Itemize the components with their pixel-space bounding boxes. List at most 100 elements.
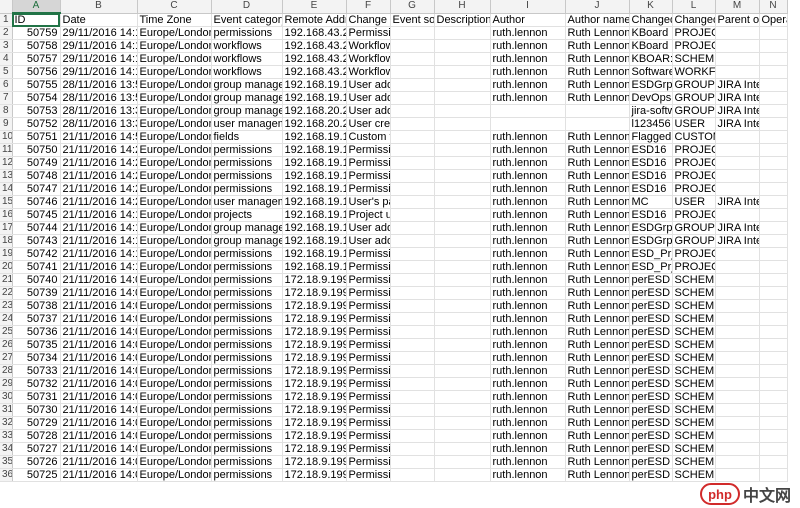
table-cell[interactable] <box>715 403 760 417</box>
table-cell[interactable]: Europe/London <box>137 195 212 209</box>
table-cell[interactable]: 50736 <box>12 325 61 339</box>
table-cell[interactable] <box>434 117 491 131</box>
table-cell[interactable] <box>390 52 435 66</box>
table-cell[interactable]: Ruth Lennon <box>565 416 630 430</box>
table-cell[interactable] <box>434 390 491 404</box>
table-cell[interactable]: PROJECT <box>672 247 716 261</box>
table-cell[interactable] <box>715 377 760 391</box>
table-cell[interactable]: ruth.lennon <box>490 299 566 313</box>
table-cell[interactable] <box>434 247 491 261</box>
row-number[interactable]: 29 <box>0 377 13 391</box>
table-cell[interactable]: 50730 <box>12 403 61 417</box>
table-cell[interactable]: 50737 <box>12 312 61 326</box>
table-cell[interactable]: Europe/London <box>137 26 212 40</box>
table-cell[interactable]: Europe/London <box>137 273 212 287</box>
header-cell[interactable]: Date <box>60 13 138 27</box>
table-cell[interactable]: Europe/London <box>137 377 212 391</box>
table-cell[interactable] <box>490 117 566 131</box>
table-cell[interactable]: permissions <box>211 377 283 391</box>
table-cell[interactable]: 192.168.19.170 <box>282 247 347 261</box>
table-cell[interactable]: 192.168.19.170 <box>282 156 347 170</box>
table-cell[interactable]: perESD <box>629 312 673 326</box>
table-cell[interactable] <box>390 273 435 287</box>
table-cell[interactable]: 50729 <box>12 416 61 430</box>
row-number[interactable]: 34 <box>0 442 13 456</box>
row-number[interactable]: 18 <box>0 234 13 248</box>
table-cell[interactable]: Ruth Lennon <box>565 91 630 105</box>
table-cell[interactable]: JIRA Internal Directory <box>715 104 760 118</box>
table-cell[interactable]: Ruth Lennon <box>565 234 630 248</box>
table-cell[interactable]: MC <box>629 195 673 209</box>
table-cell[interactable]: 192.168.19.170 <box>282 78 347 92</box>
table-cell[interactable]: User added to group <box>346 78 391 92</box>
table-cell[interactable]: KBoard <box>629 26 673 40</box>
table-cell[interactable]: ESD_Prj <box>629 260 673 274</box>
table-cell[interactable] <box>715 130 760 144</box>
table-cell[interactable]: Europe/London <box>137 130 212 144</box>
table-cell[interactable]: workflows <box>211 39 283 53</box>
table-cell[interactable]: ESDGrp <box>629 78 673 92</box>
row-number[interactable]: 12 <box>0 156 13 170</box>
row-number[interactable]: 19 <box>0 247 13 261</box>
table-cell[interactable]: Permission scheme removed from project <box>346 156 391 170</box>
table-cell[interactable]: 192.168.19.170 <box>282 143 347 157</box>
table-cell[interactable] <box>434 156 491 170</box>
table-cell[interactable] <box>715 247 760 261</box>
table-cell[interactable]: SCHEME <box>672 299 716 313</box>
table-cell[interactable]: user management <box>211 195 283 209</box>
table-cell[interactable]: ruth.lennon <box>490 143 566 157</box>
table-cell[interactable] <box>434 169 491 183</box>
table-cell[interactable] <box>759 390 788 404</box>
table-cell[interactable] <box>390 221 435 235</box>
table-cell[interactable]: GROUP <box>672 104 716 118</box>
table-cell[interactable] <box>715 468 760 482</box>
table-cell[interactable]: Permission scheme removed from project <box>346 260 391 274</box>
table-cell[interactable] <box>715 65 760 79</box>
table-cell[interactable]: 50755 <box>12 78 61 92</box>
table-cell[interactable]: group management <box>211 104 283 118</box>
table-cell[interactable]: WORKFLOW <box>672 65 716 79</box>
table-cell[interactable]: Permission scheme updated <box>346 403 391 417</box>
table-cell[interactable]: Europe/London <box>137 364 212 378</box>
table-cell[interactable] <box>434 351 491 365</box>
table-cell[interactable]: 172.18.9.199 <box>282 351 347 365</box>
table-cell[interactable] <box>759 234 788 248</box>
table-cell[interactable]: Permission scheme updated <box>346 351 391 365</box>
table-cell[interactable]: ruth.lennon <box>490 182 566 196</box>
column-header-k[interactable]: K <box>629 0 673 14</box>
table-cell[interactable]: SCHEME <box>672 390 716 404</box>
row-number[interactable]: 13 <box>0 169 13 183</box>
table-cell[interactable]: GROUP <box>672 234 716 248</box>
table-cell[interactable] <box>390 143 435 157</box>
table-cell[interactable]: 50747 <box>12 182 61 196</box>
table-cell[interactable] <box>759 351 788 365</box>
table-cell[interactable]: 21/11/2016 14:05 <box>60 273 138 287</box>
table-cell[interactable]: 21/11/2016 14:29 <box>60 143 138 157</box>
table-cell[interactable]: SCHEME <box>672 468 716 482</box>
table-cell[interactable] <box>390 182 435 196</box>
table-cell[interactable]: Europe/London <box>137 117 212 131</box>
table-cell[interactable]: PROJECT <box>672 39 716 53</box>
table-cell[interactable]: Workflow created <box>346 65 391 79</box>
table-cell[interactable] <box>759 286 788 300</box>
table-cell[interactable] <box>759 117 788 131</box>
table-cell[interactable]: SCHEME <box>672 455 716 469</box>
table-cell[interactable]: 21/11/2016 14:04 <box>60 364 138 378</box>
table-cell[interactable] <box>434 234 491 248</box>
table-cell[interactable] <box>434 312 491 326</box>
table-cell[interactable] <box>390 312 435 326</box>
table-cell[interactable] <box>434 429 491 443</box>
table-cell[interactable] <box>715 442 760 456</box>
table-cell[interactable]: 21/11/2016 14:22 <box>60 195 138 209</box>
table-cell[interactable]: Europe/London <box>137 65 212 79</box>
table-cell[interactable]: Europe/London <box>137 208 212 222</box>
row-number[interactable]: 2 <box>0 26 13 40</box>
table-cell[interactable]: group management <box>211 91 283 105</box>
table-cell[interactable]: JIRA Internal Directory <box>715 234 760 248</box>
table-cell[interactable] <box>434 325 491 339</box>
table-cell[interactable]: 28/11/2016 13:34 <box>60 104 138 118</box>
table-cell[interactable]: Ruth Lennon <box>565 325 630 339</box>
table-cell[interactable]: permissions <box>211 338 283 352</box>
table-cell[interactable]: 192.168.19.170 <box>282 91 347 105</box>
table-cell[interactable]: 50754 <box>12 91 61 105</box>
